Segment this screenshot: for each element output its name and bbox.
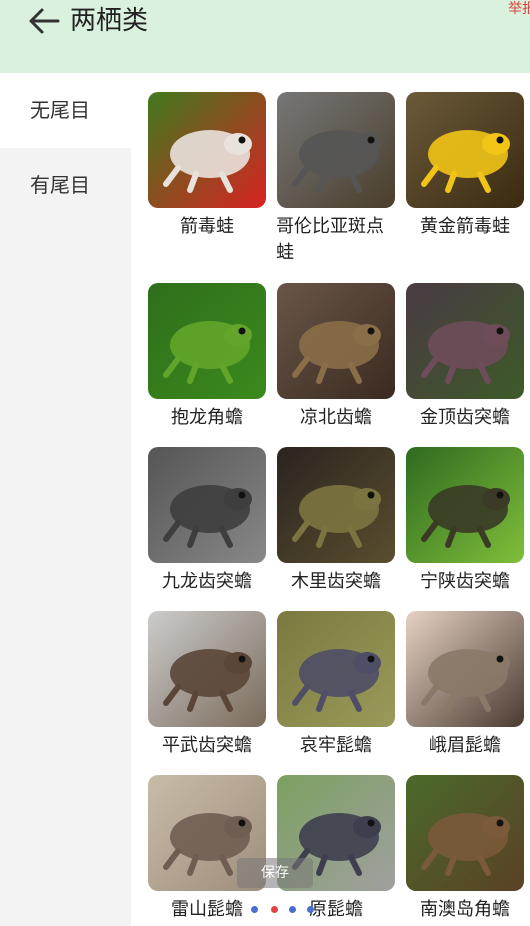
species-name: 金顶齿突蟾	[420, 407, 510, 428]
species-photo	[148, 611, 266, 727]
species-card[interactable]: 哥伦比亚斑点蛙	[276, 92, 396, 266]
sidebar-item-caudata[interactable]: 有尾目	[0, 148, 131, 223]
back-arrow-icon[interactable]	[26, 6, 62, 36]
species-card[interactable]: 哀牢髭蟾	[276, 611, 396, 759]
species-card[interactable]: 原髭蟾	[276, 775, 396, 923]
species-name: 九龙齿突蟾	[162, 571, 252, 592]
species-card[interactable]: 箭毒蛙	[147, 92, 267, 240]
species-photo	[406, 611, 524, 727]
species-name: 南澳岛角蟾	[420, 899, 510, 920]
dot-2	[271, 906, 278, 913]
species-name: 哀牢髭蟾	[300, 735, 372, 756]
app-header: 两栖类 举报	[0, 0, 530, 73]
species-photo	[148, 447, 266, 563]
species-grid: 箭毒蛙 哥伦比亚斑点蛙 黄金箭毒蛙抱龙角蟾 凉北齿蟾 金顶齿突蟾九龙齿突蟾 木里齿突蟾 宁陕…	[131, 73, 530, 926]
species-photo	[148, 92, 266, 208]
species-name: 箭毒蛙	[180, 216, 234, 237]
species-name: 平武齿突蟾	[162, 735, 252, 756]
dot-3	[289, 906, 296, 913]
species-name: 木里齿突蟾	[291, 571, 381, 592]
page-title: 两栖类	[70, 6, 149, 36]
species-name: 峨眉髭蟾	[429, 735, 501, 756]
sidebar-item-anura[interactable]: 无尾目	[0, 73, 131, 148]
species-photo	[406, 447, 524, 563]
species-card[interactable]: 抱龙角蟾	[147, 283, 267, 431]
species-name: 抱龙角蟾	[171, 407, 243, 428]
species-photo	[148, 283, 266, 399]
species-name: 黄金箭毒蛙	[420, 216, 510, 237]
species-photo	[406, 775, 524, 891]
species-photo	[277, 92, 395, 208]
species-photo	[277, 447, 395, 563]
dot-1	[251, 906, 258, 913]
species-card[interactable]: 宁陕齿突蟾	[405, 447, 525, 595]
species-photo	[406, 283, 524, 399]
save-button[interactable]: 保存	[237, 858, 313, 888]
species-card[interactable]: 峨眉髭蟾	[405, 611, 525, 759]
species-card[interactable]: 九龙齿突蟾	[147, 447, 267, 595]
species-name: 哥伦比亚斑点蛙	[276, 216, 384, 263]
loading-dots	[237, 906, 317, 916]
species-card[interactable]: 雷山髭蟾	[147, 775, 267, 923]
species-name: 凉北齿蟾	[300, 407, 372, 428]
species-photo	[277, 611, 395, 727]
species-card[interactable]: 平武齿突蟾	[147, 611, 267, 759]
species-card[interactable]: 南澳岛角蟾	[405, 775, 525, 923]
species-photo	[406, 92, 524, 208]
species-card[interactable]: 木里齿突蟾	[276, 447, 396, 595]
species-card[interactable]: 凉北齿蟾	[276, 283, 396, 431]
species-photo	[277, 283, 395, 399]
category-sidebar: 无尾目 有尾目	[0, 73, 131, 926]
report-link[interactable]: 举报	[508, 0, 530, 18]
species-card[interactable]: 金顶齿突蟾	[405, 283, 525, 431]
species-name: 宁陕齿突蟾	[420, 571, 510, 592]
species-card[interactable]: 黄金箭毒蛙	[405, 92, 525, 240]
dot-4	[307, 906, 314, 913]
